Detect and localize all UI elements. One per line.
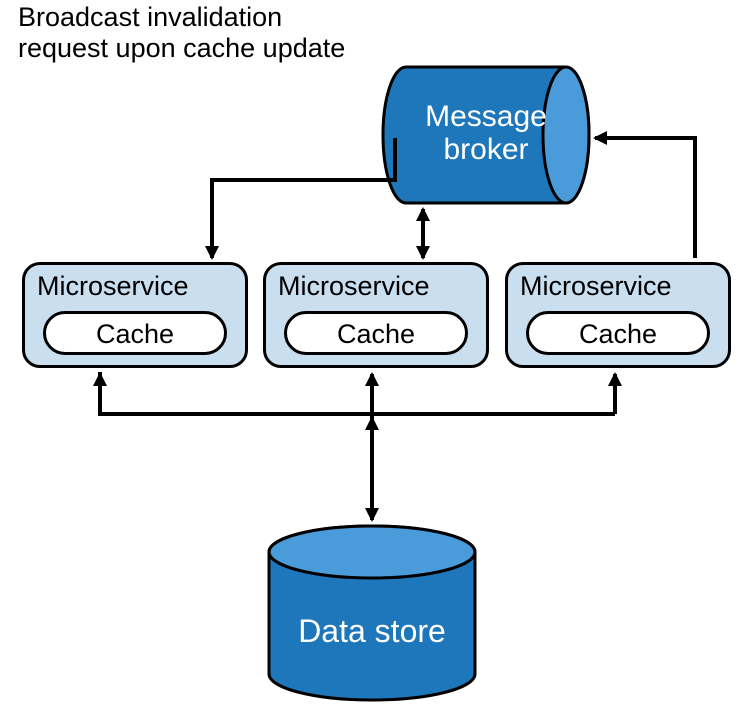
caption: Broadcast invalidation request upon cach… [18, 2, 345, 64]
microservice-3: Microservice Cache [505, 262, 731, 368]
data-store: Data store [267, 524, 477, 702]
microservice-2: Microservice Cache [263, 262, 489, 368]
broker-label-line2: broker [443, 133, 528, 166]
microservice-1: Microservice Cache [22, 262, 248, 368]
caption-line1: Broadcast invalidation [18, 2, 282, 32]
message-broker: Message broker [381, 65, 591, 205]
broker-label-line1: Message [425, 100, 547, 133]
microservice-1-cache: Cache [43, 311, 227, 355]
caption-line2: request upon cache update [18, 33, 345, 63]
microservice-3-cache: Cache [526, 311, 710, 355]
broker-label: Message broker [381, 100, 591, 166]
microservice-3-label: Microservice [520, 271, 672, 302]
microservice-2-cache: Cache [284, 311, 468, 355]
microservice-1-label: Microservice [37, 271, 189, 302]
microservice-2-label: Microservice [278, 271, 430, 302]
datastore-label: Data store [267, 614, 477, 649]
